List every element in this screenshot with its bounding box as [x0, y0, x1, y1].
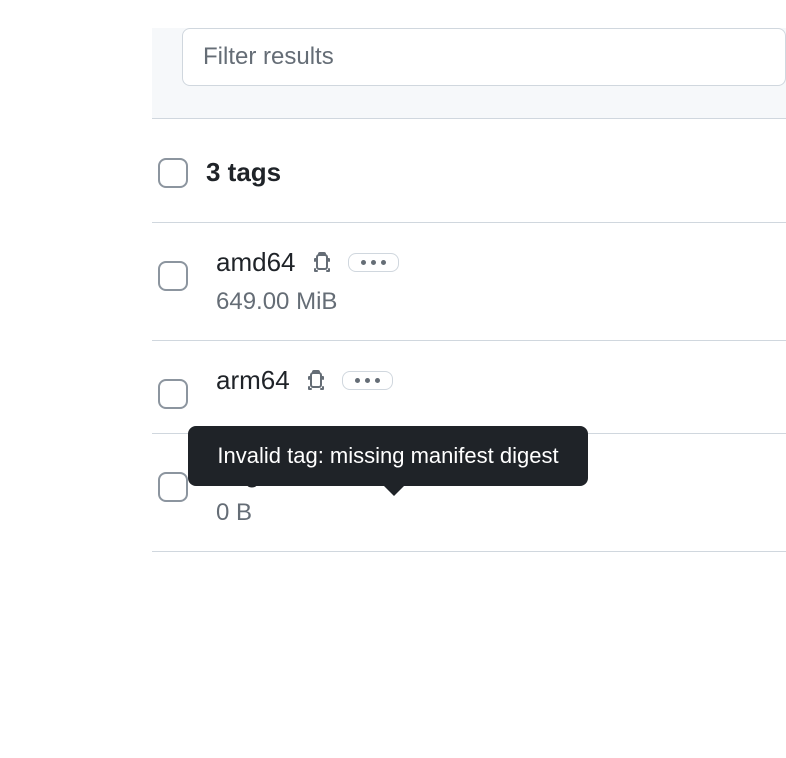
filter-input[interactable] [182, 28, 786, 86]
tag-size: 649.00 MiB [216, 288, 399, 316]
tags-count-label: 3 tags [206, 157, 281, 188]
tag-row: amd64 649.00 MiB [152, 223, 786, 341]
list-header: 3 tags [152, 119, 786, 223]
row-checkbox[interactable] [158, 261, 188, 291]
tag-size: 0 B [216, 499, 381, 527]
row-menu-button[interactable] [348, 253, 399, 272]
tooltip-text: Invalid tag: missing manifest digest [217, 443, 558, 468]
filter-bar [152, 28, 786, 119]
select-all-checkbox[interactable] [158, 158, 188, 188]
tag-name[interactable]: amd64 [216, 247, 296, 278]
tag-row: arm64 [152, 341, 786, 434]
tag-name[interactable]: arm64 [216, 365, 290, 396]
clipboard-icon[interactable] [304, 369, 328, 393]
row-menu-button[interactable] [342, 371, 393, 390]
row-checkbox[interactable] [158, 379, 188, 409]
row-checkbox[interactable] [158, 472, 188, 502]
clipboard-icon[interactable] [310, 251, 334, 275]
warning-tooltip: Invalid tag: missing manifest digest [188, 426, 588, 486]
